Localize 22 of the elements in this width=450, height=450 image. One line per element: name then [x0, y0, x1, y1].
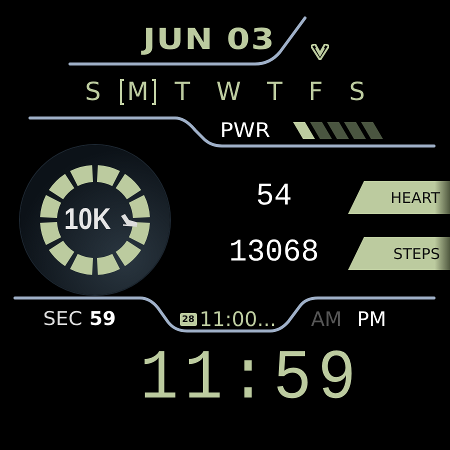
seconds-value: 59 [89, 308, 116, 330]
seconds-label: SEC [43, 308, 82, 330]
weekday: S [84, 79, 102, 105]
stat-value: 54 [254, 180, 293, 215]
logo-icon [311, 44, 330, 60]
steps-goal: 10K [64, 203, 112, 237]
weekday: M [120, 79, 156, 105]
weekday: W [215, 79, 242, 105]
weekday: F [308, 79, 324, 105]
stat-value: 13068 [228, 236, 320, 271]
power-label: PWR [220, 120, 270, 140]
date: JUN 03 [143, 24, 276, 54]
calendar-icon: 28 [180, 312, 197, 326]
weekday: T [174, 79, 192, 105]
meridiem-label: AM [311, 307, 342, 331]
stat-label: STEPS [348, 237, 450, 270]
event-time: 11:00... [200, 307, 276, 331]
weekday: T [266, 79, 284, 105]
meridiem-label: PM [356, 307, 386, 331]
stat-label: HEART [348, 181, 450, 214]
clock-time: 11:59 [140, 347, 364, 413]
weekday: S [348, 79, 366, 105]
